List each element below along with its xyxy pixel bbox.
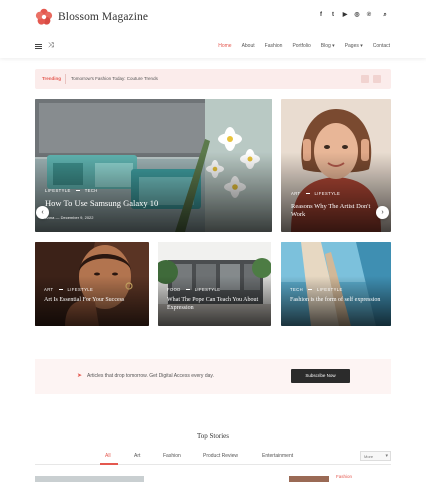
social-links: f t ▶ ◎ ℗ ⌕ [318,12,388,19]
nav-blog[interactable]: Blog ▾ [321,43,335,49]
tab-art[interactable]: Art [134,453,140,459]
post-card[interactable]: FOOD LIFESTYLE What The Pope Can Teach Y… [158,242,271,326]
tab-entertainment[interactable]: Entertainment [262,453,293,459]
category-select[interactable]: More [360,451,391,461]
logo[interactable]: Blossom Magazine [35,8,148,26]
slide-date: December 9, 2022 [60,215,94,220]
nav-portfolio[interactable]: Portfolio [292,43,310,49]
featured-slide-main[interactable]: LIFESTYLE TECH How To Use Samsung Galaxy… [35,99,272,232]
category-tag[interactable]: LIFESTYLE [315,191,341,196]
tab-active-indicator [100,463,118,465]
card-categories: FOOD LIFESTYLE [167,287,220,292]
youtube-icon[interactable]: ▶ [342,12,348,19]
ticker-label: Trending [42,76,61,81]
instagram-icon[interactable]: ◎ [354,12,360,19]
section-title: Top Stories [197,432,229,440]
category-tag[interactable]: FOOD [167,287,181,292]
post-card[interactable]: TECH LIFESTYLE Fashion is the form of se… [281,242,391,326]
subscribe-button[interactable]: Subscribe Now [291,369,350,383]
site-header: Blossom Magazine f t ▶ ◎ ℗ ⌕ ⤨ Home Abou… [0,0,426,58]
nav-about[interactable]: About [242,43,255,49]
facebook-icon[interactable]: f [318,12,324,19]
flower-logo-icon [35,8,53,26]
slide-meta: Anna — December 9, 2022 [45,215,94,220]
site-title: Blossom Magazine [58,11,149,23]
tab-all[interactable]: All [105,453,111,459]
category-tag[interactable]: ART [44,287,54,292]
nav-contact[interactable]: Contact [373,43,390,49]
shuffle-icon[interactable]: ⤨ [48,42,54,50]
search-icon[interactable]: ⌕ [382,12,388,19]
story-image[interactable] [35,476,144,482]
card-categories: ART LIFESTYLE [44,287,93,292]
category-tag[interactable]: LIFESTYLE [317,287,343,292]
slide-categories: LIFESTYLE TECH [45,188,98,193]
subscribe-banner: ➤ Articles that drop tomorrow. Get Digit… [35,359,391,394]
ticker-next-button[interactable] [373,75,381,83]
ticker-headline[interactable]: Tomorrow's Fashion Today: Couture Trends [71,76,158,81]
send-icon: ➤ [77,373,83,379]
category-tag[interactable]: ART [291,191,301,196]
trending-ticker: Trending Tomorrow's Fashion Today: Coutu… [35,69,391,89]
card-title[interactable]: Art Is Essential For Your Success [44,297,142,305]
twitter-icon[interactable]: t [330,12,336,19]
slide-title[interactable]: Reasons Why The Artist Don't Work [291,203,383,219]
menu-icon[interactable] [35,44,42,49]
card-categories: TECH LIFESTYLE [290,287,343,292]
category-tag[interactable]: TECH [290,287,303,292]
nav-fashion[interactable]: Fashion [265,43,283,49]
tab-fashion[interactable]: Fashion [163,453,181,459]
tab-divider [35,464,391,465]
category-tag[interactable]: LIFESTYLE [68,287,94,292]
story-thumbnail[interactable] [289,476,329,482]
category-tag[interactable]: LIFESTYLE [195,287,221,292]
subscribe-text: Articles that drop tomorrow. Get Digital… [87,373,214,379]
story-category[interactable]: Fashion [336,474,352,479]
nav-pages[interactable]: Pages ▾ [345,43,363,49]
tab-product-review[interactable]: Product Review [203,453,238,459]
card-title[interactable]: What The Pope Can Teach You About Expres… [167,297,265,312]
ticker-divider [65,74,66,84]
slider-prev-button[interactable]: ‹ [36,206,49,219]
post-card[interactable]: ART LIFESTYLE Art Is Essential For Your … [35,242,149,326]
slide-title[interactable]: How To Use Samsung Galaxy 10 [45,198,245,209]
ticker-prev-button[interactable] [361,75,369,83]
slide-categories: ART LIFESTYLE [291,191,340,196]
pinterest-icon[interactable]: ℗ [366,12,372,19]
category-tag[interactable]: LIFESTYLE [45,188,71,193]
card-title[interactable]: Fashion is the form of self expression [290,297,385,305]
main-nav: Home About Fashion Portfolio Blog ▾ Page… [218,43,390,49]
nav-home[interactable]: Home [218,43,231,49]
category-tag[interactable]: TECH [85,188,98,193]
slider-next-button[interactable]: › [376,206,389,219]
featured-slide-side[interactable]: ART LIFESTYLE Reasons Why The Artist Don… [281,99,391,232]
